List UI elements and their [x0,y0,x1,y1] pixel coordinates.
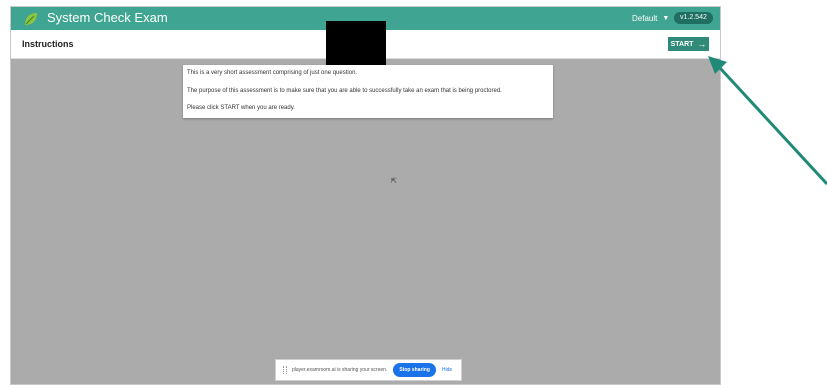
start-button-label: START [670,40,694,48]
arrow-right-icon: → [697,38,707,49]
screen-share-bar: player.examroom.ai is sharing your scree… [275,359,462,381]
caret-down-icon: ▼ [662,15,670,22]
share-message: player.examroom.ai is sharing your scree… [292,367,388,373]
instruction-line-3: Please click START when you are ready. [187,105,295,111]
drag-handle-icon[interactable] [283,366,287,374]
app-window: System Check Exam Default ▼ v1.2.542 Ins… [10,6,721,385]
redaction-block [326,21,386,68]
mouse-cursor-icon: ⇱ [391,178,397,185]
profile-dropdown[interactable]: Default ▼ [632,14,669,23]
version-badge: v1.2.542 [674,12,713,24]
page-title: Instructions [22,39,74,49]
instructions-card: This is a very short assessment comprisi… [183,65,553,118]
start-button[interactable]: START → [668,37,709,51]
instruction-line-1: This is a very short assessment comprisi… [187,70,358,76]
stop-sharing-button[interactable]: Stop sharing [393,363,436,377]
app-title: System Check Exam [47,10,168,25]
hide-link[interactable]: Hide [442,367,452,373]
leaf-logo-icon [25,13,37,25]
profile-label: Default [632,14,658,23]
instruction-line-2: The purpose of this assessment is to mak… [187,88,502,94]
